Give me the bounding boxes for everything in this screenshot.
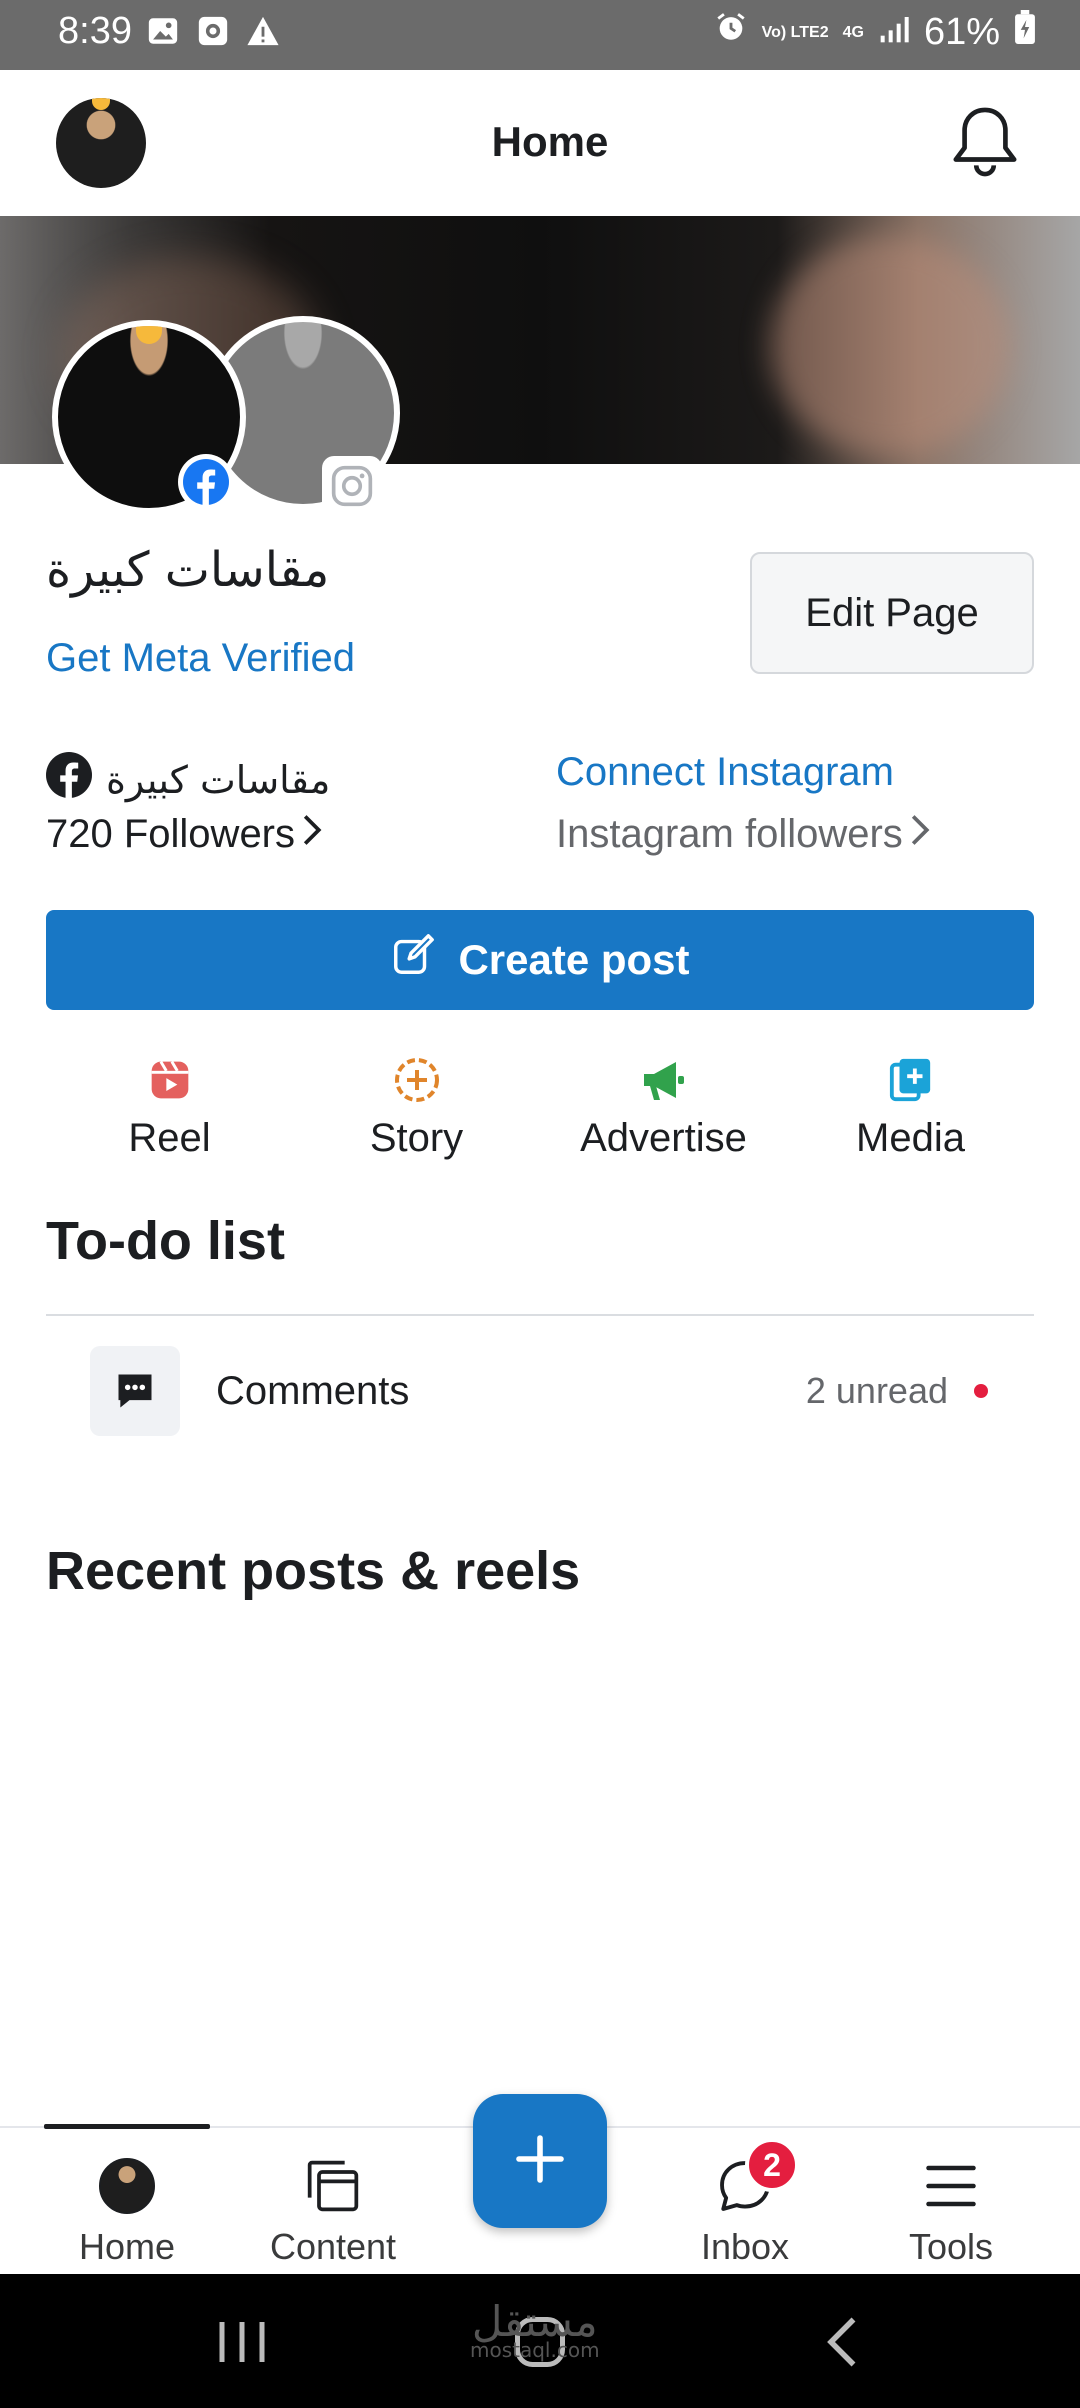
media-action[interactable]: Media (787, 1056, 1034, 1161)
battery-icon (1014, 10, 1036, 54)
create-fab-button[interactable] (473, 2094, 607, 2228)
status-time: 8:39 (58, 10, 132, 52)
nav-content[interactable]: Content (230, 2156, 436, 2268)
page-name: مقاسات كبيرة (46, 542, 330, 598)
unread-dot (974, 1384, 988, 1398)
advertise-action[interactable]: Advertise (540, 1056, 787, 1161)
reel-action[interactable]: Reel (46, 1056, 293, 1161)
facebook-icon (178, 454, 234, 510)
divider (46, 1314, 1034, 1316)
reel-label: Reel (128, 1116, 211, 1160)
reel-icon (146, 1056, 194, 1104)
story-icon (393, 1056, 441, 1104)
chevron-right-icon (909, 812, 931, 857)
recent-posts-title: Recent posts & reels (46, 1541, 581, 1601)
edit-page-button[interactable]: Edit Page (750, 552, 1034, 674)
edit-icon (390, 932, 436, 988)
facebook-page-row[interactable]: مقاسات كبيرة (46, 752, 330, 807)
nav-tools[interactable]: Tools (848, 2156, 1054, 2268)
story-label: Story (369, 1116, 464, 1160)
megaphone-icon (640, 1056, 688, 1104)
get-meta-verified-link[interactable]: Get Meta Verified (46, 636, 355, 681)
inbox-badge: 2 (745, 2138, 799, 2192)
create-post-button[interactable]: Create post (46, 910, 1034, 1010)
facebook-page-name: مقاسات كبيرة (106, 757, 331, 802)
todo-comments-row[interactable]: Comments 2 unread (90, 1346, 1000, 1436)
gallery-icon (146, 14, 180, 48)
facebook-icon (46, 752, 92, 807)
status-notification-icons (146, 14, 280, 48)
network-indicator: 4G (842, 23, 864, 41)
instagram-followers-link[interactable]: Instagram followers (556, 812, 931, 857)
plus-icon (512, 2131, 568, 2192)
todo-label: Comments (216, 1368, 410, 1413)
media-label: Media (856, 1116, 965, 1160)
nav-home[interactable]: Home (24, 2156, 230, 2268)
recent-apps-icon[interactable] (212, 2314, 272, 2370)
instagram-followers-label: Instagram followers (556, 812, 903, 856)
nav-inbox[interactable]: 2 Inbox (642, 2138, 848, 2268)
page-title: Home (491, 118, 609, 165)
nav-inbox-label: Inbox (700, 2226, 790, 2267)
connect-instagram-link[interactable]: Connect Instagram (556, 750, 894, 795)
watermark: مستقل mostaql.com (470, 2301, 600, 2362)
bell-icon[interactable] (950, 104, 1020, 180)
status-bar: 8:39 Vo) LTE2 4G 61% (0, 0, 1080, 70)
status-right: Vo) LTE2 4G 61% (714, 10, 1036, 54)
app-notification-icon (196, 14, 230, 48)
chevron-right-icon (301, 812, 323, 857)
avatar-icon (97, 2156, 157, 2216)
comment-icon (90, 1346, 180, 1436)
alarm-icon (714, 10, 748, 54)
todo-unread-count: 2 unread (805, 1370, 948, 1411)
warning-icon (246, 14, 280, 48)
nav-tools-label: Tools (908, 2226, 994, 2267)
create-post-label: Create post (458, 936, 690, 983)
signal-icon (878, 11, 910, 54)
inbox-icon: 2 (715, 2138, 799, 2216)
nav-home-label: Home (78, 2226, 176, 2267)
battery-percent: 61% (923, 10, 1000, 53)
active-tab-indicator (44, 2124, 210, 2129)
advertise-label: Advertise (580, 1116, 747, 1160)
content-icon (303, 2156, 363, 2216)
media-icon (887, 1056, 935, 1104)
todo-title: To-do list (46, 1211, 285, 1271)
nav-content-label: Content (269, 2226, 397, 2267)
back-icon[interactable] (816, 2314, 876, 2370)
quick-actions: Reel Story Advertise Media (46, 1056, 1034, 1161)
instagram-icon (322, 456, 382, 516)
facebook-followers-count: 720 Followers (46, 812, 296, 856)
menu-icon (921, 2156, 981, 2216)
watermark-sub: mostaql.com (470, 2338, 600, 2362)
volte-indicator: Vo) LTE2 (761, 23, 829, 41)
app-header: Home (0, 70, 1080, 216)
facebook-followers-link[interactable]: 720 Followers (46, 812, 323, 857)
system-nav-bar: مستقل mostaql.com (0, 2274, 1080, 2408)
story-action[interactable]: Story (293, 1056, 540, 1161)
